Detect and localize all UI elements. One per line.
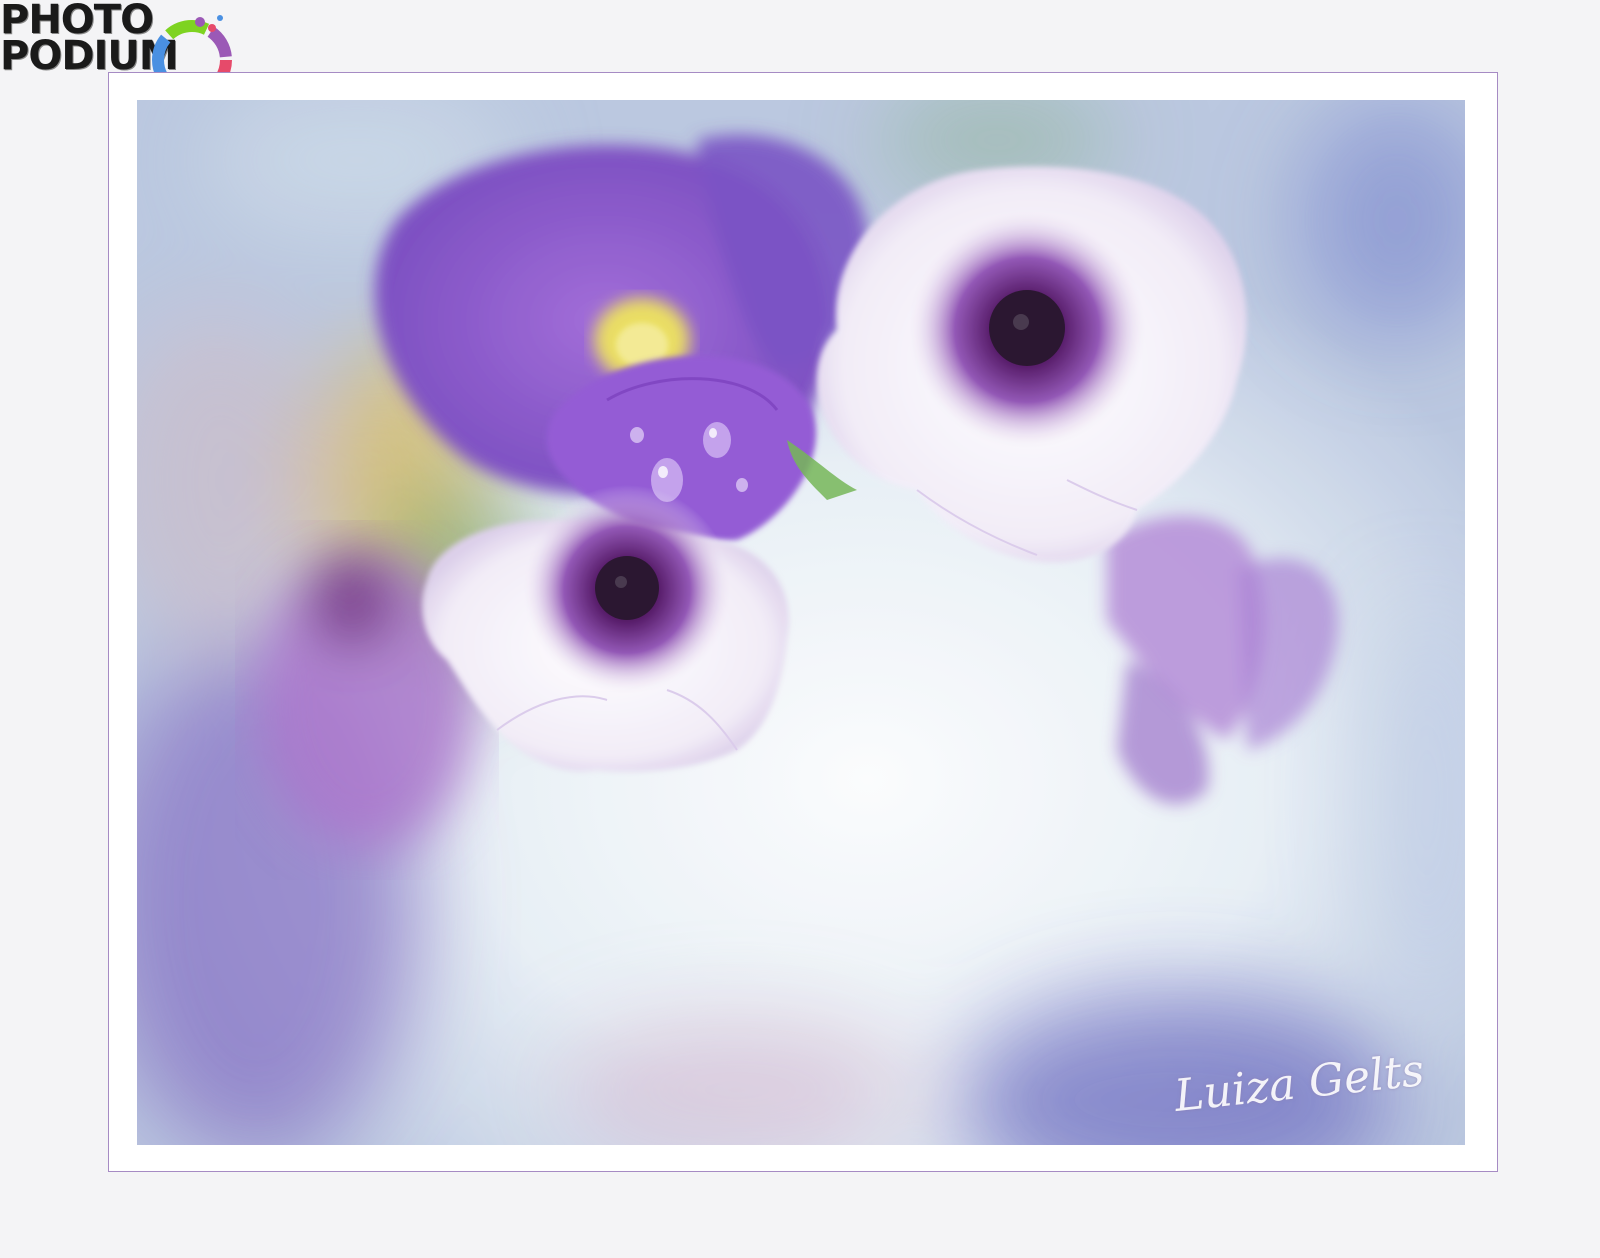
flower-illustration bbox=[137, 100, 1465, 1145]
flower-photo: Luiza Gelts bbox=[137, 100, 1465, 1145]
